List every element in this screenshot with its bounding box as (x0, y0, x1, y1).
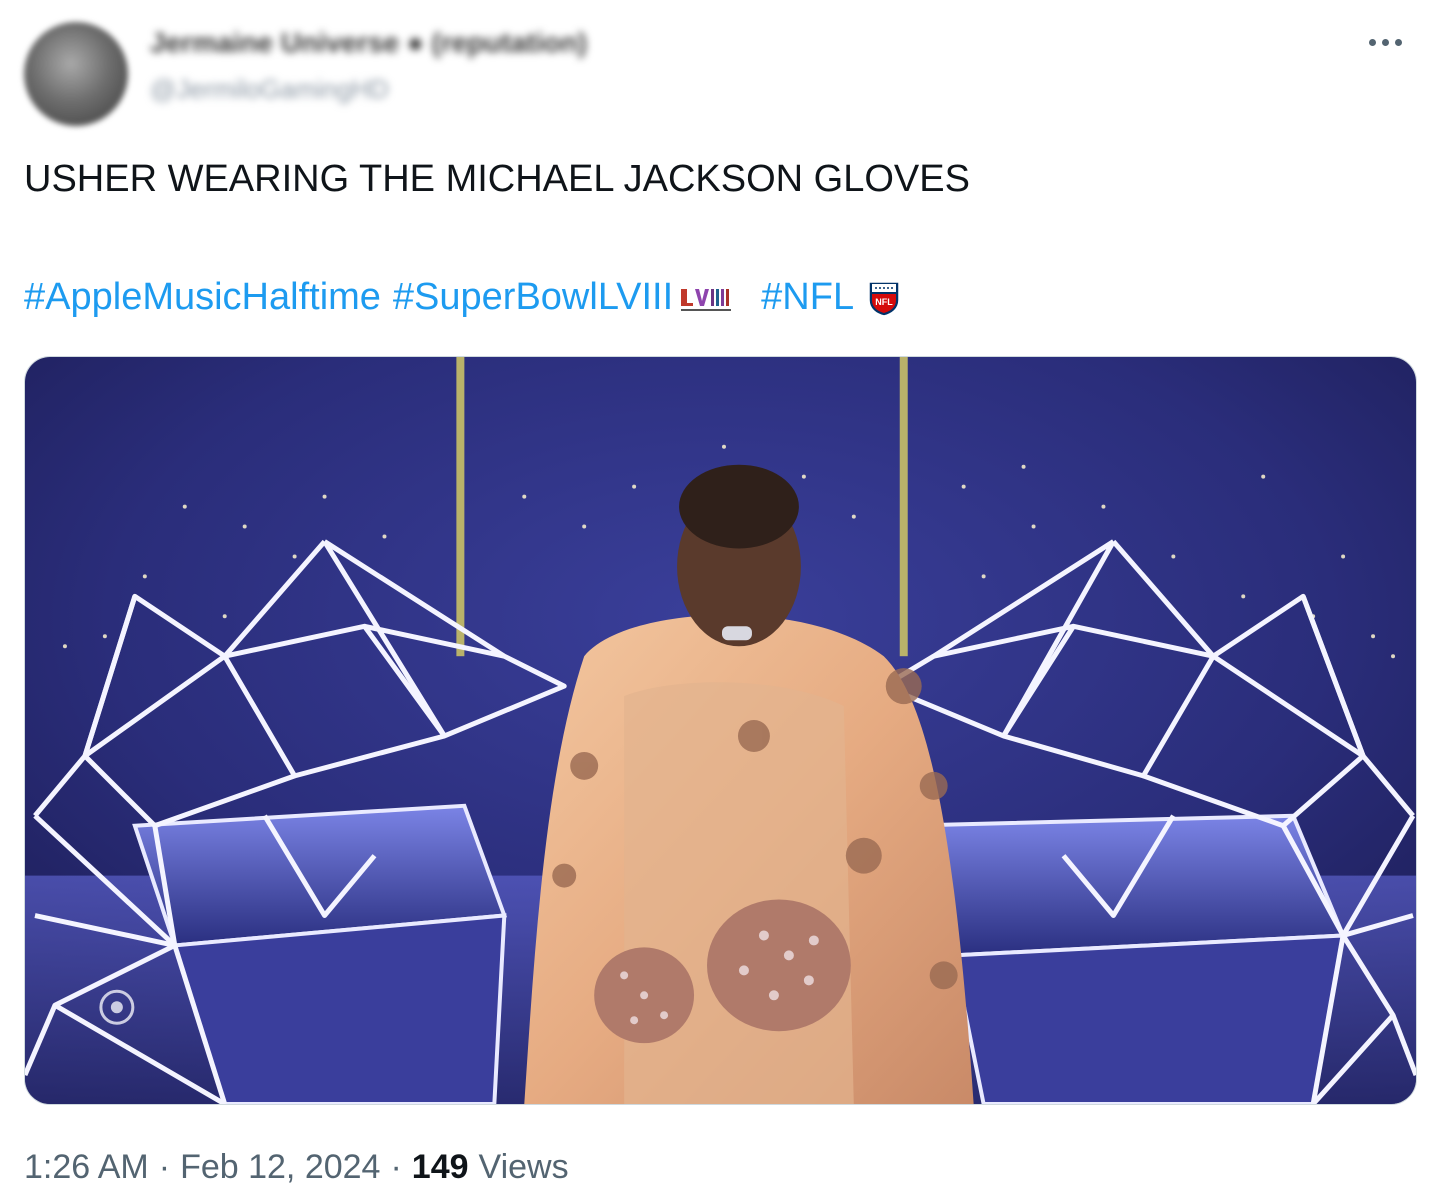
nfl-shield-icon: NFL (868, 280, 900, 317)
hashtag-row: #AppleMusicHalftime #SuperBowlLVIII #NFL… (24, 276, 902, 319)
meta-separator: · (158, 1148, 171, 1186)
author-name-row[interactable]: Jermaine Universe ● (reputation) (150, 26, 587, 60)
tweet-card: Jermaine Universe ● (reputation) @Jermil… (0, 0, 1440, 1201)
hashtag-applemusichalftime[interactable]: #AppleMusicHalftime (24, 276, 381, 319)
tweet-time-link[interactable]: 1:26 AM (24, 1148, 149, 1187)
svg-text:NFL: NFL (875, 297, 893, 307)
author-display-name[interactable]: Jermaine Universe ● (reputation) (150, 27, 587, 59)
tweet-text: USHER WEARING THE MICHAEL JACKSON GLOVES (24, 158, 970, 200)
author-avatar[interactable] (24, 22, 128, 126)
views-count: 149 (411, 1148, 469, 1186)
tweet-date-link[interactable]: Feb 12, 2024 (180, 1148, 380, 1187)
meta-separator: · (390, 1148, 402, 1186)
halftime-photo (25, 357, 1416, 1104)
hashtag-nfl[interactable]: #NFL (761, 276, 854, 319)
hashtag-superbowllviii[interactable]: #SuperBowlLVIII (393, 276, 673, 319)
more-options-icon[interactable] (1360, 22, 1410, 62)
tweet-media-photo[interactable] (24, 356, 1417, 1105)
super-bowl-lviii-hashflag-icon (679, 286, 740, 311)
views-label: Views (478, 1148, 569, 1186)
tweet-meta: 1:26 AM · Feb 12, 2024 · 149 Views (24, 1148, 569, 1187)
author-handle[interactable]: @JermiloGamingHD (150, 74, 389, 105)
